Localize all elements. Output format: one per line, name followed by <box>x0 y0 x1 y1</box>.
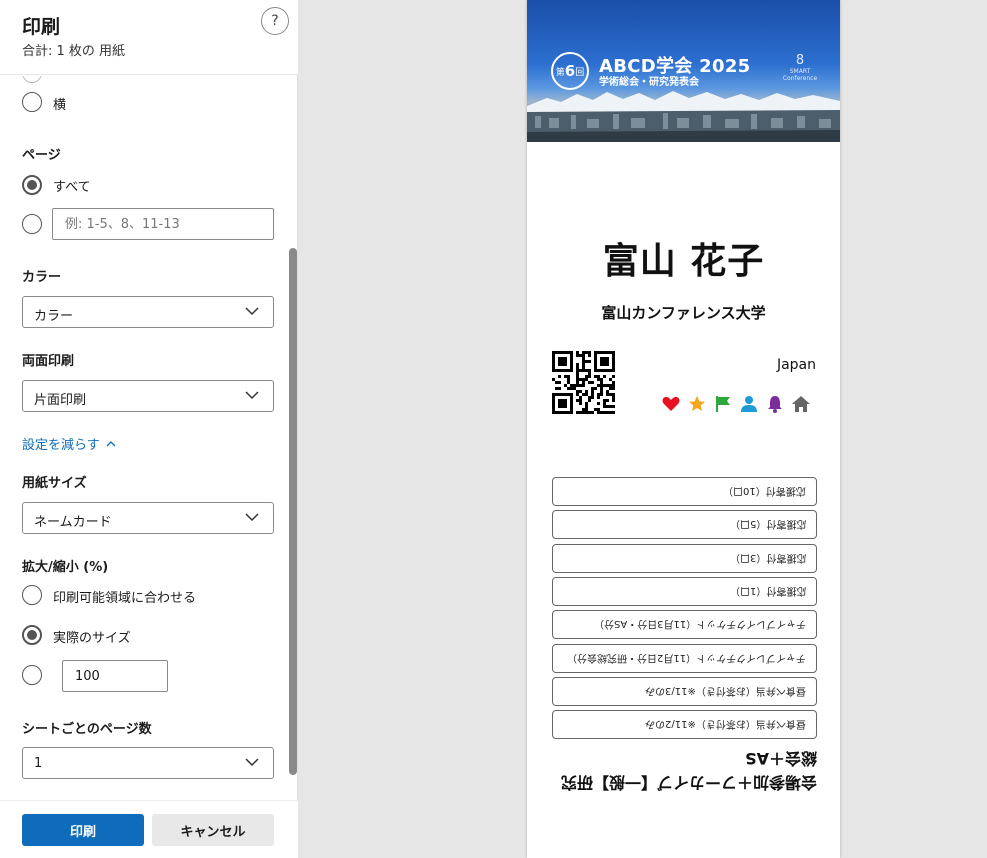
flag-icon <box>713 394 733 414</box>
conference-banner: 第6回 ABCD学会 2025 学術総会・研究発表会 8 SMART Confe… <box>527 0 840 142</box>
cancel-button[interactable]: キャンセル <box>152 814 274 846</box>
attendee-country: Japan <box>776 357 816 373</box>
ticket-item: 応援寄付（5口） <box>552 510 817 539</box>
ticket-item: 応援寄付（10口） <box>552 477 817 506</box>
sheet-count: 合計: 1 枚の 用紙 <box>22 44 126 59</box>
chevron-up-icon <box>106 441 116 447</box>
color-select-value: カラー <box>34 309 74 324</box>
registration-category: 会場参加＋フーカイブ【一般】研究総会＋AS <box>560 749 817 792</box>
help-button[interactable]: ? <box>261 7 289 35</box>
color-label: カラー <box>22 270 62 285</box>
ticket-item: 応援寄付（3口） <box>552 544 817 573</box>
scale-percent-input[interactable] <box>62 660 168 692</box>
chevron-down-icon <box>245 307 259 316</box>
qr-code <box>552 351 615 414</box>
portrait-radio[interactable] <box>22 76 42 83</box>
pages-range-radio[interactable] <box>22 214 42 234</box>
conference-subtitle: 学術総会・研究発表会 <box>599 77 699 88</box>
page-range-input[interactable] <box>52 208 274 240</box>
ticket-item: チャイブレイクチケット（11月3日分・AS分） <box>552 610 817 639</box>
heart-icon <box>661 394 681 414</box>
bell-icon <box>765 394 785 414</box>
chevron-down-icon <box>245 391 259 400</box>
scale-custom-radio[interactable] <box>22 665 42 685</box>
fewer-settings-link[interactable]: 設定を減らす <box>22 434 116 453</box>
city-skyline-image <box>527 91 840 142</box>
print-settings-panel: 印刷 合計: 1 枚の 用紙 ? 横 ページ すべて カラー カラー 両面印刷 … <box>0 0 298 858</box>
scale-actual-radio[interactable] <box>22 625 42 645</box>
pages-all-radio[interactable] <box>22 175 42 195</box>
print-button[interactable]: 印刷 <box>22 814 144 846</box>
scale-fit-radio[interactable] <box>22 585 42 605</box>
ticket-item: 応援寄付（1口） <box>552 577 817 606</box>
panel-title: 印刷 <box>22 16 61 38</box>
pages-all-label: すべて <box>53 180 91 195</box>
panel-header: 印刷 合計: 1 枚の 用紙 ? <box>0 0 298 75</box>
attribute-icons <box>661 394 811 414</box>
pages-per-sheet-select[interactable]: 1 <box>22 747 274 779</box>
chevron-down-icon <box>245 758 259 767</box>
panel-footer: 印刷 キャンセル <box>0 800 298 858</box>
pages-label: ページ <box>22 148 61 163</box>
settings-scroll-area[interactable]: 横 ページ すべて カラー カラー 両面印刷 片面印刷 設定を減らす 用紙サイズ… <box>0 76 298 800</box>
scale-label: 拡大/縮小 (%) <box>22 560 109 575</box>
paper-size-label: 用紙サイズ <box>22 476 87 491</box>
paper-size-select[interactable]: ネームカード <box>22 502 274 534</box>
chevron-down-icon <box>245 513 259 522</box>
pages-per-sheet-label: シートごとのページ数 <box>22 722 152 737</box>
home-icon <box>791 394 811 414</box>
print-preview-page: 第6回 ABCD学会 2025 学術総会・研究発表会 8 SMART Confe… <box>527 0 840 858</box>
person-icon <box>739 394 759 414</box>
attendee-name: 富山 花子 <box>602 241 765 282</box>
smart-conference-logo: 8 SMART Conference <box>782 53 818 83</box>
fewer-settings-label: 設定を減らす <box>22 438 100 453</box>
duplex-select-value: 片面印刷 <box>34 393 87 408</box>
edition-badge: 第6回 <box>551 52 589 90</box>
ticket-item: チャイブレイクチケット（11月2日分・研究総会分） <box>552 644 817 673</box>
landscape-radio[interactable] <box>22 92 42 112</box>
attendee-affiliation: 富山カンファレンス大学 <box>601 304 766 322</box>
paper-size-select-value: ネームカード <box>34 515 112 530</box>
scale-actual-label: 実際のサイズ <box>53 631 131 646</box>
panel-scrollbar[interactable] <box>289 248 297 775</box>
scale-fit-label: 印刷可能領域に合わせる <box>53 591 197 606</box>
duplex-label: 両面印刷 <box>22 354 75 369</box>
landscape-label: 横 <box>53 98 67 113</box>
ticket-item: 昼食べ弁当（お茶付き）※11/2のみ <box>552 710 817 739</box>
pages-per-sheet-value: 1 <box>34 756 43 771</box>
ticket-item: 昼食べ弁当（お茶付き）※11/3のみ <box>552 677 817 706</box>
duplex-select[interactable]: 片面印刷 <box>22 380 274 412</box>
color-select[interactable]: カラー <box>22 296 274 328</box>
star-icon <box>687 394 707 414</box>
